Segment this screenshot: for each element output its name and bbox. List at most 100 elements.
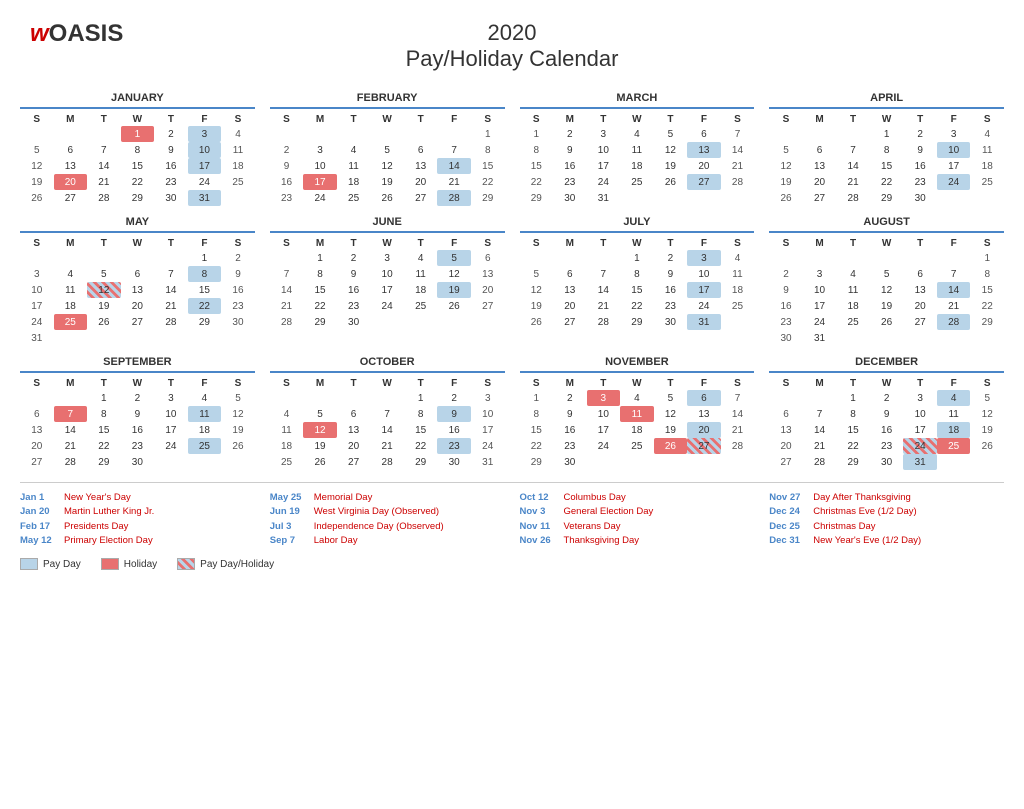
day-cell: 13 (769, 422, 803, 438)
day-cell: 8 (870, 142, 904, 158)
day-cell: 15 (970, 282, 1004, 298)
day-cell: 12 (970, 406, 1004, 422)
legend-payday-holiday: Pay Day/Holiday (177, 558, 274, 570)
day-cell: 16 (769, 298, 803, 314)
notes-row: Jan 1New Year's Day (20, 491, 255, 505)
day-cell: 23 (437, 438, 471, 454)
day-cell: 21 (721, 422, 755, 438)
day-cell: 12 (303, 422, 337, 438)
notes-col-2: Oct 12Columbus DayNov 3General Election … (520, 491, 755, 548)
day-cell: 16 (154, 158, 188, 174)
month-title: JUNE (270, 216, 505, 233)
day-cell: 31 (803, 330, 837, 346)
day-cell: 23 (553, 438, 587, 454)
notes-row: Nov 26Thanksgiving Day (520, 534, 755, 548)
day-cell: 19 (437, 282, 471, 298)
day-cell: 7 (87, 142, 121, 158)
notes-grid: Jan 1New Year's DayJan 20Martin Luther K… (20, 482, 1004, 548)
day-cell: 3 (587, 390, 621, 406)
day-cell: 4 (270, 406, 304, 422)
day-cell: 23 (337, 298, 371, 314)
day-cell: 6 (471, 250, 505, 266)
day-cell: 28 (836, 190, 870, 206)
day-cell: 14 (937, 282, 971, 298)
day-cell: 8 (520, 142, 554, 158)
day-cell: 9 (337, 266, 371, 282)
day-cell: 27 (553, 314, 587, 330)
day-cell: 11 (721, 266, 755, 282)
holiday-name: Martin Luther King Jr. (64, 505, 154, 519)
day-cell: 2 (553, 390, 587, 406)
day-cell: 7 (937, 266, 971, 282)
day-cell: 17 (20, 298, 54, 314)
day-cell: 15 (121, 158, 155, 174)
day-cell: 20 (803, 174, 837, 190)
month-title: NOVEMBER (520, 356, 755, 373)
day-cell: 2 (769, 266, 803, 282)
day-cell: 28 (437, 190, 471, 206)
day-cell: 15 (520, 158, 554, 174)
day-cell: 25 (221, 174, 255, 190)
day-cell: 22 (970, 298, 1004, 314)
day-cell: 13 (337, 422, 371, 438)
day-cell: 9 (154, 142, 188, 158)
day-cell: 8 (87, 406, 121, 422)
day-cell: 27 (769, 454, 803, 470)
day-cell: 30 (654, 314, 688, 330)
day-cell: 8 (303, 266, 337, 282)
day-cell: 13 (553, 282, 587, 298)
day-cell: 18 (188, 422, 222, 438)
holiday-name: Veterans Day (564, 520, 621, 534)
day-cell: 14 (370, 422, 404, 438)
day-cell: 15 (620, 282, 654, 298)
day-cell: 27 (687, 438, 721, 454)
day-cell: 1 (970, 250, 1004, 266)
day-cell: 5 (20, 142, 54, 158)
day-cell: 2 (654, 250, 688, 266)
day-cell: 3 (154, 390, 188, 406)
day-cell: 27 (54, 190, 88, 206)
day-cell: 28 (54, 454, 88, 470)
day-cell: 24 (803, 314, 837, 330)
day-cell: 14 (87, 158, 121, 174)
day-cell: 24 (903, 438, 937, 454)
day-cell: 6 (687, 126, 721, 142)
day-cell: 1 (620, 250, 654, 266)
day-cell: 1 (121, 126, 155, 142)
month-november: NOVEMBERSMTWTFS1234567891011121314151617… (520, 356, 755, 470)
day-cell: 21 (270, 298, 304, 314)
notes-row: Jun 19West Virginia Day (Observed) (270, 505, 505, 519)
day-cell: 29 (121, 190, 155, 206)
day-cell: 21 (154, 298, 188, 314)
day-cell: 23 (270, 190, 304, 206)
day-cell: 18 (337, 174, 371, 190)
day-cell: 26 (970, 438, 1004, 454)
month-title: AUGUST (769, 216, 1004, 233)
month-december: DECEMBERSMTWTFS1234567891011121314151617… (769, 356, 1004, 470)
day-cell: 12 (437, 266, 471, 282)
day-cell: 23 (870, 438, 904, 454)
payday-holiday-box (177, 558, 195, 570)
notes-row: Dec 24Christmas Eve (1/2 Day) (769, 505, 1004, 519)
day-cell: 13 (803, 158, 837, 174)
day-cell: 2 (121, 390, 155, 406)
month-september: SEPTEMBERSMTWTFS123456789101112131415161… (20, 356, 255, 470)
day-cell: 24 (303, 190, 337, 206)
day-cell: 17 (687, 282, 721, 298)
day-cell: 14 (836, 158, 870, 174)
day-cell: 1 (870, 126, 904, 142)
holiday-date: May 25 (270, 491, 308, 505)
calendars-grid: JANUARYSMTWTFS12345678910111213141516171… (20, 92, 1004, 470)
day-cell: 4 (937, 390, 971, 406)
day-cell: 16 (553, 158, 587, 174)
day-cell: 13 (54, 158, 88, 174)
notes-row: Feb 17Presidents Day (20, 520, 255, 534)
day-cell: 19 (769, 174, 803, 190)
day-cell: 15 (471, 158, 505, 174)
month-title: FEBRUARY (270, 92, 505, 109)
holiday-date: Nov 27 (769, 491, 807, 505)
day-cell: 13 (903, 282, 937, 298)
day-cell: 2 (870, 390, 904, 406)
day-cell: 21 (437, 174, 471, 190)
day-cell: 14 (803, 422, 837, 438)
